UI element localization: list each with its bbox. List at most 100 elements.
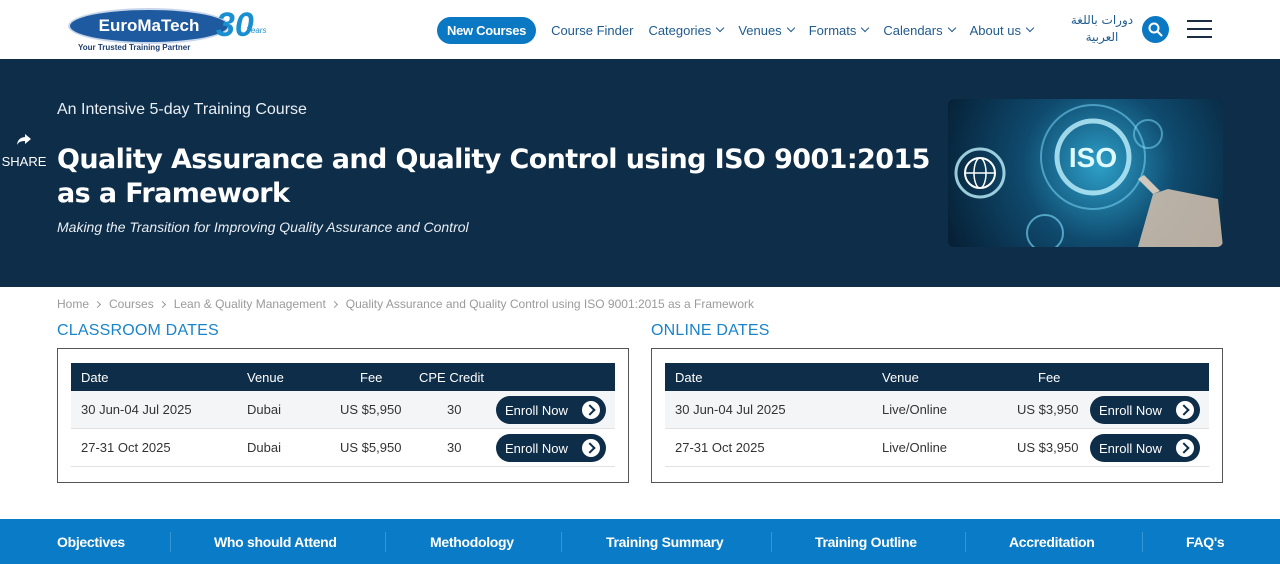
row-date: 27-31 Oct 2025 [675,440,765,455]
hamburger-menu-icon[interactable] [1187,20,1212,38]
enroll-label: Enroll Now [505,440,568,456]
row-fee: US $3,950 [1017,440,1079,455]
row-date: 30 Jun-04 Jul 2025 [81,402,192,417]
row-venue: Dubai [247,440,281,455]
nav-label: Venues [738,22,782,38]
nav-formats[interactable]: Formats [809,23,870,38]
iso-image-text: ISO [1069,142,1117,173]
chevron-down-icon [1025,23,1035,33]
chevron-down-icon [947,23,956,33]
chevron-right-icon [1176,401,1194,419]
chevron-right-icon [582,439,600,457]
chevron-right-icon [158,300,166,308]
row-venue: Dubai [247,402,281,417]
enroll-now-button[interactable]: Enroll Now [496,434,606,462]
tab-divider [1142,532,1143,552]
search-icon [1148,22,1163,37]
row-venue: Live/Online [882,440,948,455]
nav-label: About us [969,22,1021,38]
enroll-now-button[interactable]: Enroll Now [496,396,606,424]
chevron-down-icon [786,23,795,33]
course-tagline: Making the Transition for Improving Qual… [57,219,469,235]
header-cpe: CPE Credit [419,369,485,385]
site-header: EuroMaTech Your Trusted Training Partner… [0,0,1280,59]
nav-categories[interactable]: Categories [648,22,725,38]
nav-course-finder[interactable]: Course Finder [551,23,633,38]
course-title: Quality Assurance and Quality Control us… [57,144,930,209]
nav-about-us[interactable]: About us [969,22,1035,38]
enroll-now-button[interactable]: Enroll Now [1090,396,1200,424]
chevron-right-icon [93,300,102,308]
chevron-down-icon [861,23,870,33]
share-label: SHARE [1,154,47,169]
table-header: Date Venue Fee [665,363,1209,391]
nav-label: Calendars [883,22,943,38]
header-venue: Venue [882,369,919,385]
nav-label: Course Finder [551,22,634,38]
arabic-line-1: دورات باللغة [1070,13,1134,27]
tab-faqs[interactable]: FAQ's [1186,534,1225,550]
tab-divider [385,532,386,552]
tab-divider [561,532,562,552]
search-button[interactable] [1142,16,1169,43]
header-fee: Fee [360,369,383,385]
logo-tagline: Your Trusted Training Partner [78,43,191,52]
tab-divider [170,532,171,552]
course-image: ISO [948,99,1223,247]
main-nav: New Courses Course Finder Categories Ven… [437,16,1048,44]
online-dates-table: Date Venue Fee 30 Jun-04 Jul 2025 Live/O… [665,363,1209,467]
new-courses-button[interactable]: New Courses [437,16,537,44]
header-venue: Venue [247,369,284,385]
row-date: 30 Jun-04 Jul 2025 [675,402,786,417]
table-row: 27-31 Oct 2025 Dubai US $5,950 30 Enroll… [71,429,615,467]
table-row: 30 Jun-04 Jul 2025 Live/Online US $3,950… [665,391,1209,429]
course-hero: SHARE An Intensive 5-day Training Course… [0,59,1280,287]
breadcrumb-category[interactable]: Lean & Quality Management [174,297,326,311]
table-header: Date Venue Fee CPE Credit [71,363,615,391]
table-row: 30 Jun-04 Jul 2025 Dubai US $5,950 30 En… [71,391,615,429]
header-date: Date [675,369,703,385]
arabic-courses-link[interactable]: دورات باللغة العربية [1066,12,1138,46]
breadcrumb: Home Courses Lean & Quality Management Q… [57,297,754,311]
table-row: 27-31 Oct 2025 Live/Online US $3,950 Enr… [665,429,1209,467]
tab-who-should-attend[interactable]: Who should Attend [214,534,337,550]
row-date: 27-31 Oct 2025 [81,440,171,455]
online-dates-title: ONLINE DATES [651,322,770,339]
row-venue: Live/Online [882,402,948,417]
breadcrumb-courses[interactable]: Courses [109,297,154,311]
share-button[interactable]: SHARE [0,133,48,169]
tab-objectives[interactable]: Objectives [57,534,125,550]
enroll-label: Enroll Now [1099,402,1162,418]
header-date: Date [81,369,109,385]
classroom-dates-box: Date Venue Fee CPE Credit 30 Jun-04 Jul … [57,348,629,483]
course-section-tabs: Objectives Who should Attend Methodology… [0,519,1280,564]
euromatech-logo[interactable]: EuroMaTech Your Trusted Training Partner… [68,6,278,54]
row-fee: US $5,950 [340,402,402,417]
tab-accreditation[interactable]: Accreditation [1009,534,1095,550]
header-fee: Fee [1038,369,1061,385]
row-cpe: 30 [447,440,462,455]
row-fee: US $5,950 [340,440,402,455]
tab-divider [771,532,772,552]
classroom-dates-title: CLASSROOM DATES [57,322,219,339]
nav-label: Categories [648,22,712,38]
chevron-right-icon [330,300,338,308]
logo-years: Years [246,26,267,35]
chevron-right-icon [1176,439,1194,457]
enroll-now-button[interactable]: Enroll Now [1090,434,1200,462]
chevron-down-icon [716,23,725,33]
iso-illustration: ISO [954,104,1223,247]
tab-training-outline[interactable]: Training Outline [815,534,917,550]
nav-calendars[interactable]: Calendars [883,22,956,38]
online-dates-box: Date Venue Fee 30 Jun-04 Jul 2025 Live/O… [651,348,1223,483]
share-arrow-icon [17,134,31,145]
breadcrumb-current: Quality Assurance and Quality Control us… [345,297,755,311]
arabic-line-2: العربية [1085,30,1119,44]
nav-venues[interactable]: Venues [738,22,795,38]
breadcrumb-home[interactable]: Home [57,297,89,311]
chevron-right-icon [582,401,600,419]
enroll-label: Enroll Now [505,402,568,418]
tab-methodology[interactable]: Methodology [430,534,514,550]
tab-training-summary[interactable]: Training Summary [606,534,724,550]
row-cpe: 30 [447,402,462,417]
